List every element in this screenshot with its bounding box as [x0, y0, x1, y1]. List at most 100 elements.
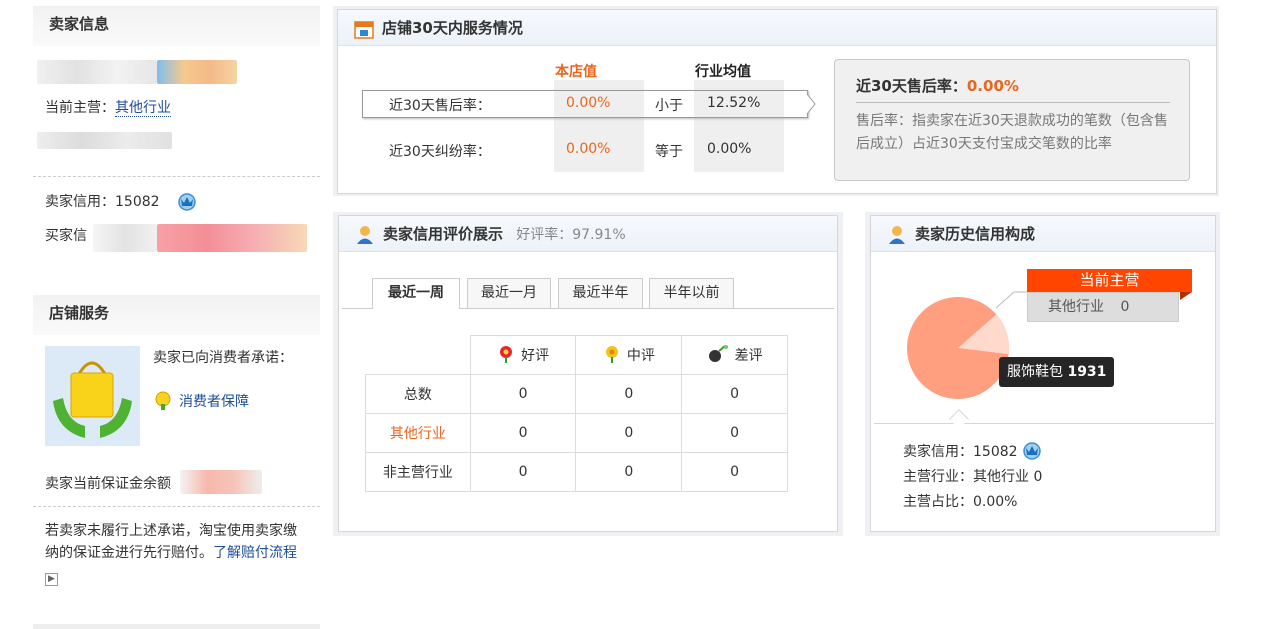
main-business-row: 当前主营：其他行业: [45, 97, 171, 117]
user-icon: [889, 226, 905, 244]
arrow-right-icon[interactable]: ▶: [45, 573, 58, 586]
pie-tooltip-label: 服饰鞋包: [1007, 364, 1063, 380]
blurred-buyer-credit: [93, 224, 157, 252]
blurred-location: [37, 132, 172, 149]
tab-last-half-year[interactable]: 最近半年: [558, 278, 643, 308]
table-cell: 0: [681, 413, 788, 453]
table-cell: 0: [469, 413, 577, 453]
consumer-protection-link[interactable]: 消费者保障: [179, 391, 249, 411]
red-flower-icon: [497, 345, 515, 363]
crown-icon[interactable]: [1021, 440, 1043, 460]
seller-credit-value: 15082: [115, 194, 160, 210]
main-business-label: 当前主营：: [45, 100, 115, 116]
header-bad-label: 差评: [734, 348, 763, 364]
divider: [33, 176, 320, 177]
blurred-deposit: [180, 470, 262, 494]
table-row: 非主营行业 0 0 0: [365, 452, 788, 492]
row-after-sale-industry: 12.52%: [707, 95, 761, 111]
tip-title-row: 近30天售后率：0.00%: [856, 75, 1019, 96]
history-credit-value: 15082: [973, 444, 1018, 460]
main-business-link[interactable]: 其他行业: [115, 100, 171, 117]
crown-icon[interactable]: [176, 191, 198, 211]
pie-group: [907, 297, 1009, 399]
notice-paragraph: 若卖家未履行上述承诺，淘宝使用卖家缴纳的保证金进行先行赔付。了解赔付流程 ▶: [45, 520, 310, 586]
row-dispute-industry: 0.00%: [707, 141, 752, 157]
col-shop-header: 本店值: [555, 64, 597, 80]
row-other-industry-label[interactable]: 其他行业: [365, 413, 471, 453]
header-good-label: 好评: [521, 348, 550, 364]
seller-info-title: 卖家信息: [33, 6, 320, 46]
history-ratio-row: 主营占比：0.00%: [903, 491, 1017, 511]
header-neutral: 中评: [575, 335, 683, 375]
history-credit-label: 卖家信用：: [903, 444, 973, 460]
divider: [33, 506, 320, 507]
row-non-main-label: 非主营行业: [365, 452, 471, 492]
legend-item-value: 0: [1120, 299, 1130, 315]
table-cell: 0: [575, 413, 683, 453]
table-cell: 0: [681, 452, 788, 492]
service-panel-title: 店铺30天内服务情况: [382, 19, 523, 37]
row-dispute-label: 近30天纠纷率：: [389, 144, 491, 160]
row-dispute-compare: 等于: [655, 144, 683, 160]
row-after-sale-shop: 0.00%: [566, 95, 611, 111]
table-row: 其他行业 0 0 0: [365, 413, 788, 453]
pie-tooltip-value: 1931: [1067, 364, 1107, 380]
promise-text: 卖家已向消费者承诺：: [153, 350, 293, 366]
tip-value: 0.00%: [966, 77, 1019, 95]
tip-title: 近30天售后率：: [856, 77, 967, 95]
col-industry-header: 行业均值: [695, 64, 751, 80]
table-cell: 0: [469, 374, 577, 414]
table-cell: 0: [681, 374, 788, 414]
good-rate-value: 97.91%: [572, 227, 626, 243]
table-cell: 0: [575, 374, 683, 414]
after-sale-tip-box: 近30天售后率：0.00% 售后率：指卖家在近30天退款成功的笔数（包含售后成立…: [834, 59, 1190, 181]
blurred-seller-name: [37, 60, 157, 84]
tab-last-week[interactable]: 最近一周: [372, 278, 460, 309]
row-total-label: 总数: [365, 374, 471, 414]
blurred-seller-badge: [157, 60, 237, 84]
calendar-icon: [354, 21, 374, 39]
rating-table: 好评 中评 差评 总数 0 0 0 其他行业 0 0 0 非主营行业 0 0 0: [365, 335, 788, 492]
legend-item-label: 其他行业: [1048, 299, 1104, 315]
seller-credit-label: 卖家信用：: [45, 194, 115, 210]
history-ratio-value: 0.00%: [973, 494, 1018, 510]
yellow-flower-icon: [603, 345, 621, 363]
rating-panel-title: 卖家信用评价展示: [383, 225, 504, 243]
header-bad: 差评: [681, 335, 788, 375]
history-panel-title: 卖家历史信用构成: [915, 225, 1036, 243]
shop-service-header: 店铺服务: [33, 295, 320, 335]
row-dispute-shop: 0.00%: [566, 141, 611, 157]
table-row: 好评 中评 差评: [365, 335, 788, 375]
pointer-arrow-icon: [807, 94, 816, 114]
table-corner: [365, 335, 471, 375]
history-credit-row: 卖家信用：15082: [903, 441, 1018, 461]
tip-divider: [856, 102, 1170, 103]
tip-description: 售后率：指卖家在近30天退款成功的笔数（包含售后成立）占近30天支付宝成交笔数的…: [856, 113, 1168, 152]
history-divider: [874, 423, 1214, 424]
consumer-protection-icon: [155, 391, 171, 410]
table-row: 总数 0 0 0: [365, 374, 788, 414]
tab-before-half-year[interactable]: 半年以前: [649, 278, 734, 308]
history-main-label: 主营行业：: [903, 469, 973, 485]
user-icon: [357, 226, 373, 244]
tab-last-month[interactable]: 最近一月: [467, 278, 551, 308]
service-panel-header: 店铺30天内服务情况: [338, 10, 1216, 46]
legend-fold: [1180, 292, 1192, 300]
bomb-icon: [707, 345, 729, 363]
pie-tooltip: 服饰鞋包 1931: [999, 357, 1115, 387]
row-after-sale-compare: 小于: [655, 98, 683, 114]
table-cell: 0: [469, 452, 577, 492]
header-neutral-label: 中评: [626, 348, 655, 364]
notice-link[interactable]: 了解赔付流程: [213, 545, 297, 561]
seller-credit-row: 卖家信用：15082: [45, 191, 160, 211]
shop-service-title: 店铺服务: [33, 295, 320, 335]
row-after-sale-label: 近30天售后率：: [389, 98, 491, 114]
seller-info-header: 卖家信息: [33, 6, 320, 46]
table-cell: 0: [575, 452, 683, 492]
shopping-bag-icon: [45, 346, 140, 446]
legend-item: 其他行业 0: [1027, 292, 1179, 322]
history-main-value: 其他行业 0: [973, 469, 1043, 485]
rating-panel-header: 卖家信用评价展示 好评率：97.91%: [339, 216, 837, 252]
deposit-label: 卖家当前保证金余额: [45, 476, 171, 492]
history-panel-header: 卖家历史信用构成: [871, 216, 1215, 252]
